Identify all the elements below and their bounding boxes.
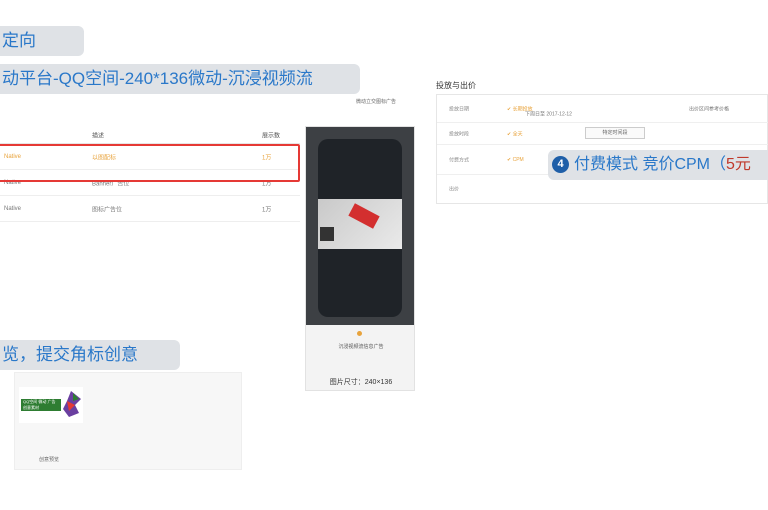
- row-label: 付费方式: [449, 157, 470, 163]
- row-value: ✔ 全天: [507, 131, 523, 137]
- form-row-time[interactable]: 投放时段 ✔ 全天 特定时间段: [437, 123, 768, 145]
- creative-preview-box: QQ空间 微动 广告 创意素材 创意预览: [14, 372, 242, 470]
- indicator-dot-icon: [357, 331, 362, 336]
- row-extra: 下周日至 2017-12-12: [525, 111, 572, 118]
- bidding-panel: 投放日期 ✔ 长期投放 下周日至 2017-12-12 出价区间参考价格 投放时…: [436, 94, 768, 204]
- time-range-button[interactable]: 特定时间段: [585, 127, 645, 139]
- col-header-3: 展示数: [262, 133, 281, 139]
- callout-price: 5元: [726, 156, 751, 173]
- ad-thumbnail: [320, 227, 334, 241]
- col-header-2: 描述: [92, 133, 105, 139]
- phone-ad-title: 沉浸视频流信息广告: [338, 344, 384, 350]
- creative-footnote: 创意预览: [39, 457, 60, 463]
- step-number-badge: 4: [552, 156, 569, 173]
- selection-highlight: [0, 144, 300, 182]
- image-size-label: 图片尺寸：240×136: [329, 379, 393, 386]
- section-banner-targeting: 定向: [0, 26, 84, 56]
- banner-label: 定向: [2, 31, 36, 50]
- ad-image: [318, 199, 402, 249]
- panel-title: 投放与出价: [436, 81, 476, 90]
- top-note: 微动立交图标广告: [356, 99, 397, 105]
- callout-label: 付费模式 竞价CPM（: [574, 156, 727, 173]
- banner-label: 动平台-QQ空间-240*136微动-沉浸视频流: [2, 69, 313, 88]
- phone-preview-card: 沉浸视频流信息广告 图片尺寸：240×136: [305, 126, 415, 391]
- callout-payment: 4 付费模式 竞价CPM（5元: [548, 150, 768, 180]
- right-note: 出价区间参考价格: [689, 106, 730, 112]
- section-banner-preview: 览，提交角标创意: [0, 340, 180, 370]
- row-label: 出价: [449, 186, 460, 193]
- phone-mockup: [306, 127, 414, 325]
- row-label: 投放时段: [449, 131, 470, 137]
- section-banner-placement: 动平台-QQ空间-240*136微动-沉浸视频流: [0, 64, 360, 94]
- creative-logo[interactable]: QQ空间 微动 广告 创意素材: [19, 387, 83, 423]
- row-label: 投放日期: [449, 106, 470, 112]
- cell: Native: [4, 205, 22, 212]
- cell: 1万: [262, 207, 272, 213]
- table-header: 描述 展示数: [0, 126, 300, 144]
- form-row-date[interactable]: 投放日期 ✔ 长期投放 下周日至 2017-12-12 出价区间参考价格: [437, 95, 768, 123]
- row-value: ✔ CPM: [507, 156, 524, 163]
- table-row[interactable]: Native 图标广告位 1万: [0, 196, 300, 222]
- cell: 图标广告位: [92, 207, 123, 213]
- banner-label: 览，提交角标创意: [2, 345, 138, 364]
- callout-text: 付费模式 竞价CPM（5元: [574, 150, 751, 180]
- logo-mark-icon: [63, 391, 81, 417]
- ad-product-shape: [348, 203, 380, 229]
- phone-screen: [318, 139, 402, 317]
- logo-text: QQ空间 微动 广告 创意素材: [21, 399, 61, 411]
